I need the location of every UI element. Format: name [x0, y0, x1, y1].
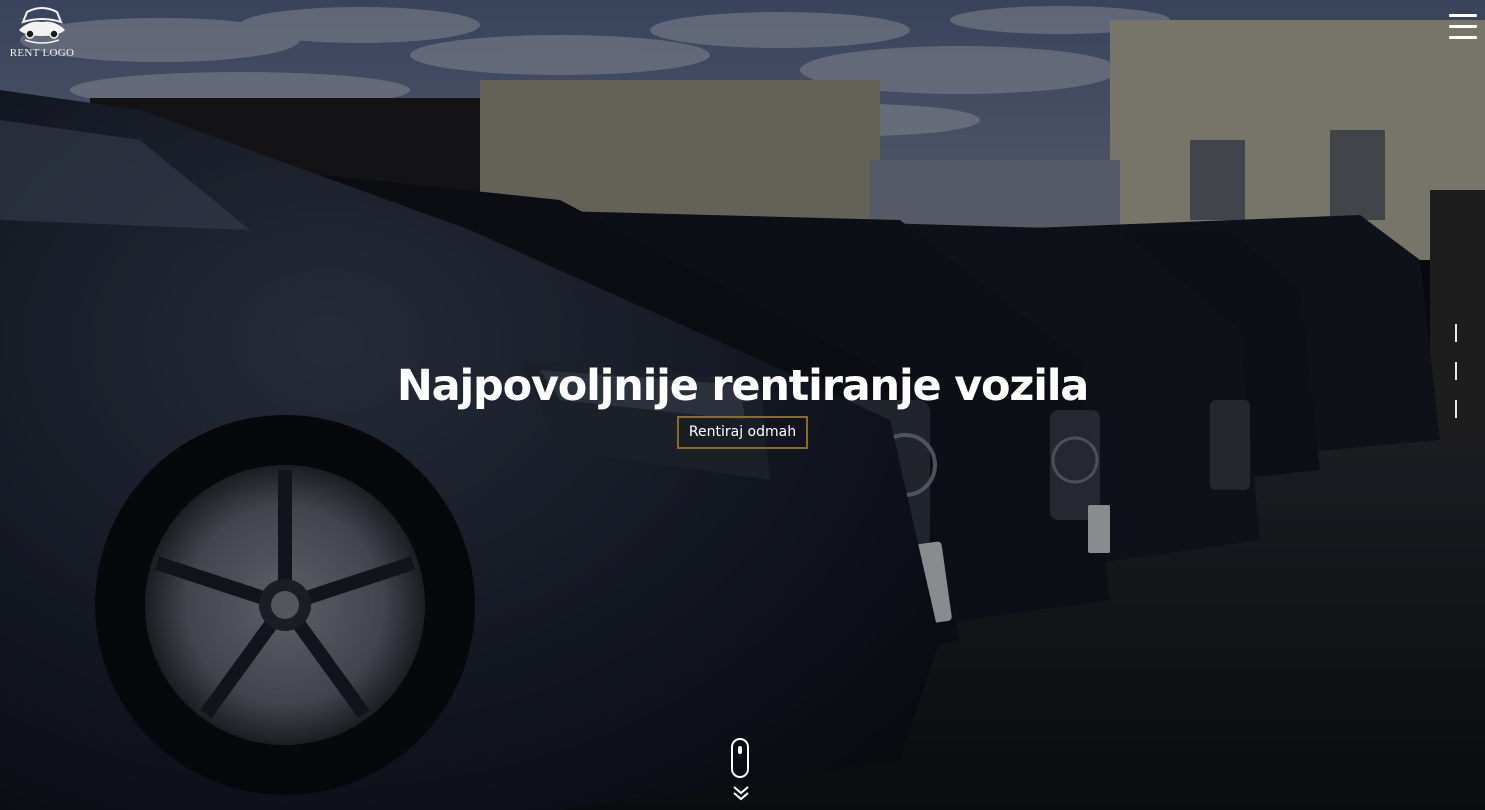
hamburger-line — [1449, 14, 1477, 17]
hero-title: Najpovoljnije rentiranje vozila — [396, 361, 1089, 411]
logo-text: RENT LOGO — [9, 47, 75, 59]
mouse-scroll-icon — [731, 738, 749, 778]
rent-now-button[interactable]: Rentiraj odmah — [676, 416, 809, 449]
hamburger-line — [1449, 36, 1477, 39]
mouse-wheel — [738, 746, 742, 754]
car-emblem-icon — [19, 7, 65, 44]
hero-content: Najpovoljnije rentiranje vozila Rentiraj… — [0, 358, 1485, 449]
hero-section: RENT LOGO Najpovoljnije rentiranje vozil… — [0, 0, 1485, 810]
slide-indicator-1[interactable] — [1455, 324, 1457, 342]
scroll-down-indicator[interactable] — [731, 738, 753, 801]
brand-logo[interactable]: RENT LOGO — [6, 6, 78, 64]
double-chevron-down-icon — [733, 786, 749, 801]
hamburger-icon[interactable] — [1449, 14, 1479, 42]
hamburger-line — [1449, 25, 1477, 28]
